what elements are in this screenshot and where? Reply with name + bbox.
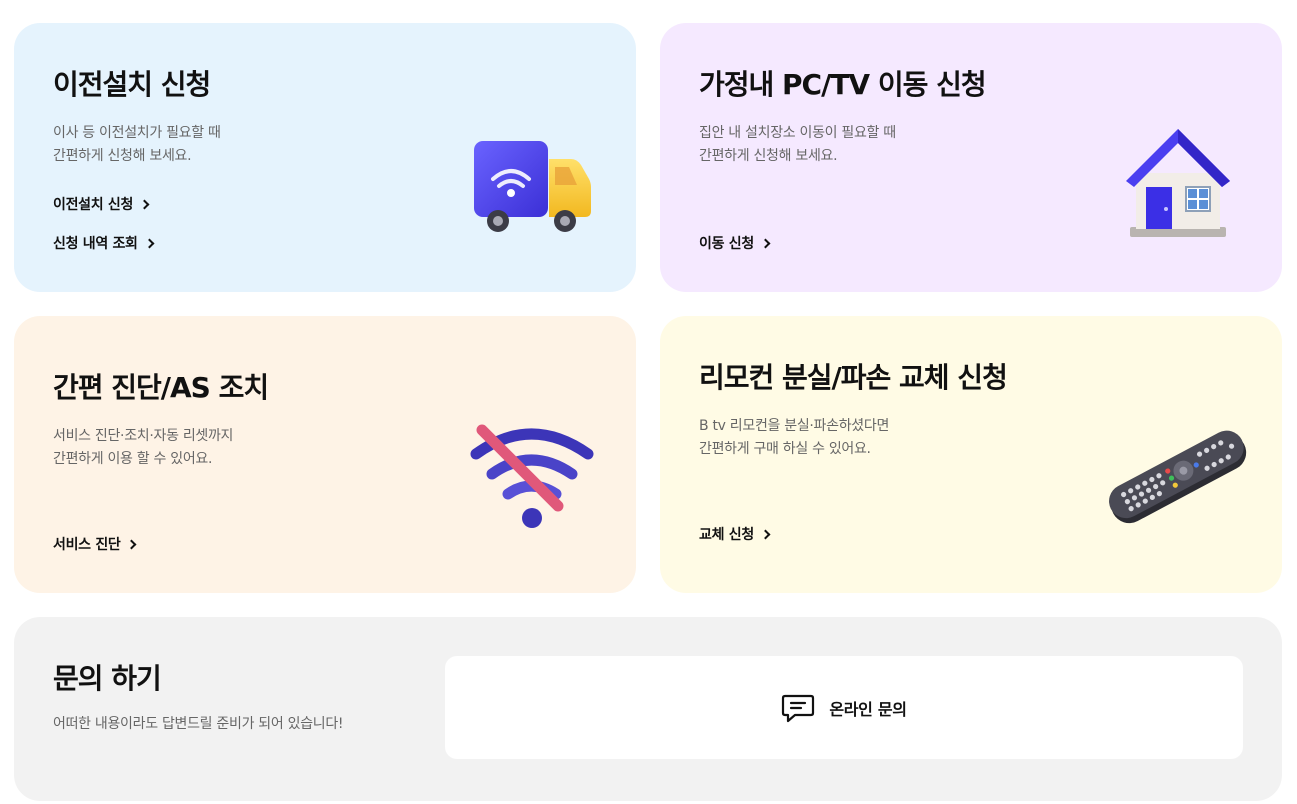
replacement-apply-link[interactable]: 교체 신청 xyxy=(699,524,771,544)
card-description: 서비스 진단·조치·자동 리셋까지 간편하게 이용 할 수 있어요. xyxy=(53,425,233,471)
card-quick-diagnosis: 간편 진단/AS 조치 서비스 진단·조치·자동 리셋까지 간편하게 이용 할 … xyxy=(14,316,636,593)
chevron-right-icon xyxy=(127,539,137,549)
card-title: 이전설치 신청 xyxy=(53,68,211,101)
desc-line: 간편하게 신청해 보세요. xyxy=(699,148,838,164)
link-label: 이전설치 신청 xyxy=(53,197,134,213)
card-home-move: 가정내 PC/TV 이동 신청 집안 내 설치장소 이동이 필요할 때 간편하게… xyxy=(660,23,1282,292)
chat-icon xyxy=(782,694,815,722)
service-diagnosis-link[interactable]: 서비스 진단 xyxy=(53,534,137,554)
link-label: 교체 신청 xyxy=(699,527,754,543)
truck-wifi-icon xyxy=(474,141,591,232)
inquiry-description: 어떠한 내용이라도 답변드릴 준비가 되어 있습니다! xyxy=(53,716,344,732)
application-history-link[interactable]: 신청 내역 조회 xyxy=(53,233,155,253)
link-label: 신청 내역 조회 xyxy=(53,236,138,252)
wifi-off-icon xyxy=(470,424,594,528)
desc-line: B tv 리모컨을 분실·파손하셨다면 xyxy=(699,418,890,434)
card-title: 리모컨 분실/파손 교체 신청 xyxy=(699,361,1008,394)
chevron-right-icon xyxy=(760,529,771,539)
online-inquiry-label: 온라인 문의 xyxy=(829,699,907,719)
desc-line: 서비스 진단·조치·자동 리셋까지 xyxy=(53,428,234,444)
card-title: 간편 진단/AS 조치 xyxy=(53,371,269,404)
move-apply-link[interactable]: 이동 신청 xyxy=(699,233,771,253)
card-relocation-install: 이전설치 신청 이사 등 이전설치가 필요할 때 간편하게 신청해 보세요. 이… xyxy=(14,23,636,292)
desc-line: 간편하게 이용 할 수 있어요. xyxy=(53,451,213,467)
chevron-right-icon xyxy=(139,199,150,209)
card-title: 가정내 PC/TV 이동 신청 xyxy=(699,68,987,101)
desc-line: 집안 내 설치장소 이동이 필요할 때 xyxy=(699,125,896,141)
house-icon xyxy=(1126,129,1230,237)
card-inquiry: 문의 하기 어떠한 내용이라도 답변드릴 준비가 되어 있습니다! 온라인 문의 xyxy=(14,617,1282,801)
inquiry-title: 문의 하기 xyxy=(53,662,162,695)
card-description: B tv 리모컨을 분실·파손하셨다면 간편하게 구매 하실 수 있어요. xyxy=(699,415,889,461)
desc-line: 간편하게 구매 하실 수 있어요. xyxy=(699,441,871,457)
online-inquiry-button[interactable]: 온라인 문의 xyxy=(445,656,1243,759)
link-label: 이동 신청 xyxy=(699,236,754,252)
desc-line: 간편하게 신청해 보세요. xyxy=(53,148,192,164)
chevron-right-icon xyxy=(144,238,155,248)
card-description: 이사 등 이전설치가 필요할 때 간편하게 신청해 보세요. xyxy=(53,122,221,168)
desc-line: 이사 등 이전설치가 필요할 때 xyxy=(53,125,221,141)
link-label: 서비스 진단 xyxy=(53,537,121,553)
card-description: 집안 내 설치장소 이동이 필요할 때 간편하게 신청해 보세요. xyxy=(699,122,896,168)
chevron-right-icon xyxy=(760,238,771,248)
card-remote-replacement: 리모컨 분실/파손 교체 신청 B tv 리모컨을 분실·파손하셨다면 간편하게… xyxy=(660,316,1282,593)
remote-control-icon xyxy=(1109,430,1247,524)
relocation-apply-link[interactable]: 이전설치 신청 xyxy=(53,194,150,214)
